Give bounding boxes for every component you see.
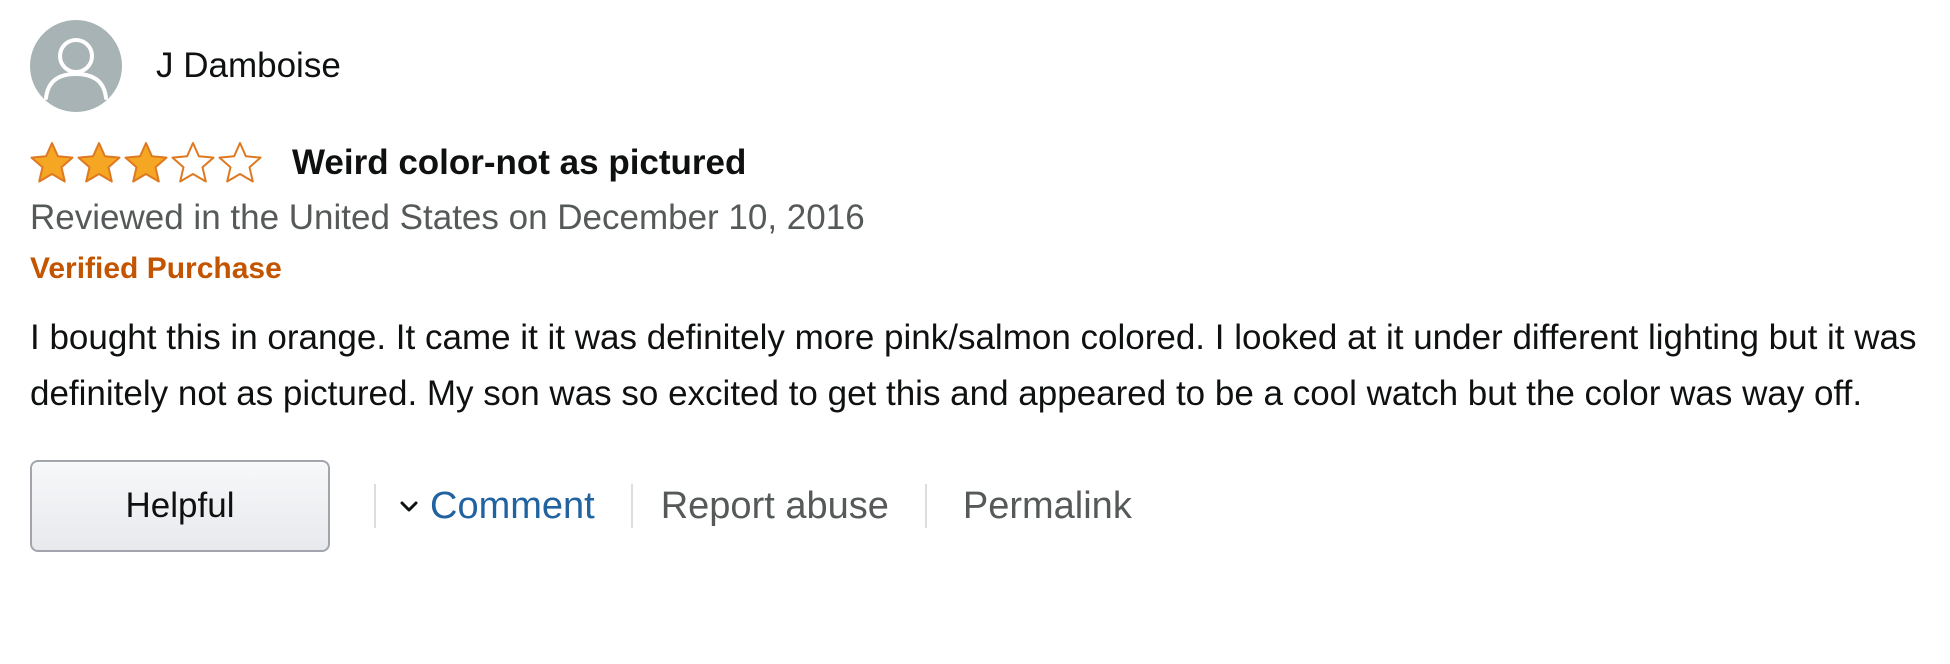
- permalink-link[interactable]: Permalink: [963, 485, 1132, 528]
- report-abuse-link[interactable]: Report abuse: [661, 485, 889, 528]
- verified-purchase-badge[interactable]: Verified Purchase: [30, 250, 1930, 288]
- avatar-icon[interactable]: [30, 20, 122, 112]
- divider: [374, 484, 376, 528]
- review-text: I bought this in orange. It came it it w…: [30, 318, 1917, 413]
- helpful-button[interactable]: Helpful: [30, 460, 330, 552]
- star-filled-icon: [77, 141, 121, 185]
- divider: [924, 484, 927, 528]
- reviewer-name[interactable]: J Damboise: [156, 46, 341, 86]
- comment-label[interactable]: Comment: [430, 485, 595, 528]
- chevron-down-icon: [400, 501, 418, 512]
- customer-review: J Damboise Weird color-not as pictured R…: [30, 20, 1930, 552]
- review-title[interactable]: Weird color-not as pictured: [292, 142, 746, 184]
- reviewer-profile[interactable]: J Damboise: [30, 20, 1930, 112]
- star-filled-icon: [30, 141, 74, 185]
- star-empty-icon: [218, 141, 262, 185]
- star-filled-icon: [124, 141, 168, 185]
- comment-link[interactable]: Comment: [398, 485, 595, 528]
- star-rating[interactable]: [30, 141, 262, 185]
- review-date: Reviewed in the United States on Decembe…: [30, 198, 865, 237]
- star-empty-icon: [171, 141, 215, 185]
- review-actions: Helpful Comment Report abuse Permalink: [30, 460, 1930, 552]
- divider: [630, 484, 633, 528]
- rating-title-row: Weird color-not as pictured: [30, 140, 1930, 186]
